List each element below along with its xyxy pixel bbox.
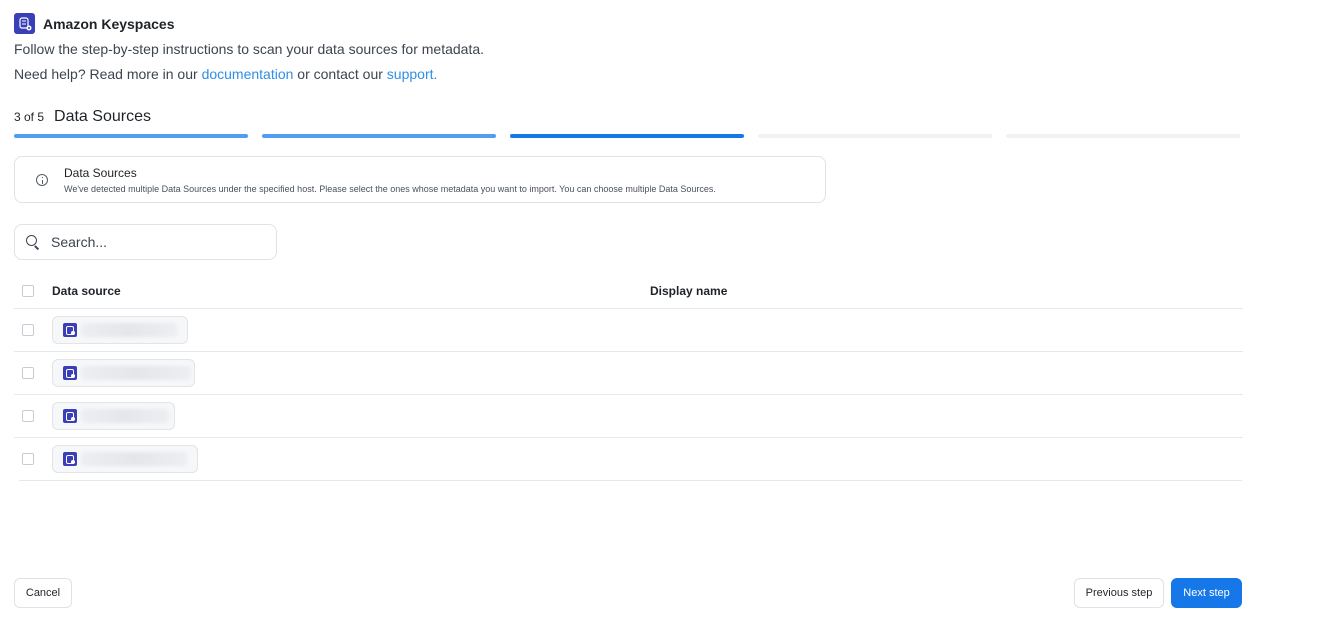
row-checkbox[interactable] xyxy=(22,453,34,465)
data-sources-table: Data source Display name xyxy=(14,274,1243,481)
progress-segment-1 xyxy=(14,134,248,138)
previous-step-button[interactable]: Previous step xyxy=(1074,578,1164,608)
documentation-link[interactable]: documentation xyxy=(202,66,294,82)
database-icon xyxy=(63,452,77,466)
step-header: 3 of 5 Data Sources xyxy=(14,108,151,126)
column-data-source: Data source xyxy=(52,284,121,298)
info-text: We've detected multiple Data Sources und… xyxy=(64,184,716,194)
help-prefix: Need help? Read more in our xyxy=(14,66,202,82)
row-checkbox[interactable] xyxy=(22,324,34,336)
database-icon xyxy=(63,323,77,337)
column-display-name: Display name xyxy=(650,284,728,298)
table-row[interactable] xyxy=(14,352,1243,395)
info-title: Data Sources xyxy=(64,166,137,180)
next-step-button[interactable]: Next step xyxy=(1171,578,1242,608)
row-checkbox[interactable] xyxy=(22,410,34,422)
progress-segment-4 xyxy=(758,134,992,138)
help-text: Need help? Read more in our documentatio… xyxy=(14,66,437,82)
database-icon xyxy=(63,366,77,380)
cancel-button[interactable]: Cancel xyxy=(14,578,72,608)
data-source-chip xyxy=(52,359,195,387)
table-row[interactable] xyxy=(14,309,1243,352)
step-count: 3 of 5 xyxy=(14,110,45,124)
row-checkbox[interactable] xyxy=(22,367,34,379)
table-row[interactable] xyxy=(19,438,1242,481)
step-progress-bar xyxy=(14,134,1240,138)
keyspaces-database-icon xyxy=(14,13,35,34)
select-all-checkbox[interactable] xyxy=(22,285,34,297)
progress-segment-3 xyxy=(510,134,744,138)
search-input[interactable] xyxy=(51,234,251,250)
help-middle: or contact our xyxy=(293,66,387,82)
data-source-chip xyxy=(52,402,175,430)
data-source-name-redacted xyxy=(81,323,177,337)
data-source-name-redacted xyxy=(81,452,187,466)
data-source-name-redacted xyxy=(81,366,191,380)
info-icon xyxy=(36,174,48,186)
search-box[interactable] xyxy=(14,224,277,260)
step-title: Data Sources xyxy=(54,108,151,125)
support-link[interactable]: support. xyxy=(387,66,438,82)
info-banner: Data Sources We've detected multiple Dat… xyxy=(14,156,826,203)
table-header: Data source Display name xyxy=(14,274,1243,309)
app-title: Amazon Keyspaces xyxy=(43,15,175,32)
progress-segment-2 xyxy=(262,134,496,138)
data-source-chip xyxy=(52,316,188,344)
table-row[interactable] xyxy=(14,395,1243,438)
intro-text: Follow the step-by-step instructions to … xyxy=(14,41,485,57)
data-source-chip xyxy=(52,445,198,473)
database-icon xyxy=(63,409,77,423)
data-source-name-redacted xyxy=(81,409,169,423)
page-header: Amazon Keyspaces xyxy=(14,13,175,34)
progress-segment-5 xyxy=(1006,134,1240,138)
search-icon xyxy=(26,235,40,249)
